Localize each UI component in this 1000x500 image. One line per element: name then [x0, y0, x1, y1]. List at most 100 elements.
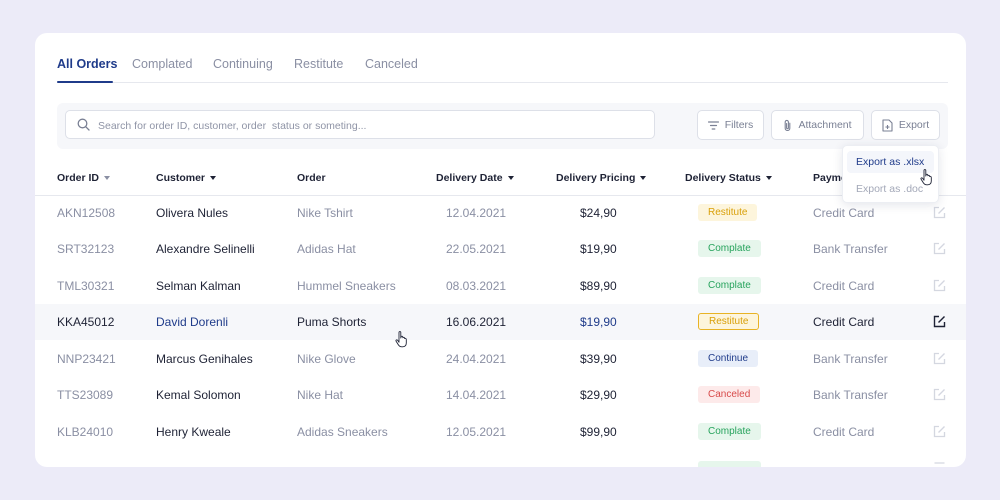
- delivery-pricing-cell: $19,90: [580, 242, 617, 256]
- delivery-date-cell: 22.05.2021: [446, 242, 507, 256]
- delivery-date-cell: 08.03.2021: [446, 279, 507, 293]
- order-cell: Nike Glove: [297, 352, 356, 366]
- status-badge: Canceled: [698, 386, 761, 403]
- status-badge: Complate: [698, 240, 761, 257]
- attachment-label: Attachment: [798, 119, 852, 131]
- search-box[interactable]: [65, 110, 655, 139]
- sort-caret-icon: [765, 176, 772, 180]
- payment-cell: Bank Transfer: [813, 352, 888, 366]
- payment-cell: Credit Card: [813, 206, 875, 220]
- table-row[interactable]: AKN12508 Olivera Nules Nike Tshirt 12.04…: [35, 195, 966, 231]
- payment-cell: Credit Card: [813, 279, 875, 293]
- delivery-date-cell: 24.04.2021: [446, 352, 507, 366]
- payment-cell: Credit Card: [813, 425, 875, 439]
- tab-continuing[interactable]: Continuing: [213, 57, 273, 71]
- sort-caret-icon: [210, 176, 217, 180]
- header-delivery-date-label: Delivery Date: [436, 172, 503, 184]
- edit-icon[interactable]: [933, 279, 946, 292]
- header-delivery-status[interactable]: Delivery Status: [685, 172, 772, 184]
- header-delivery-pricing[interactable]: Delivery Pricing: [556, 172, 647, 184]
- delivery-pricing-cell: $29,90: [580, 388, 617, 402]
- filters-button[interactable]: Filters: [697, 110, 764, 140]
- delivery-pricing-cell: $89,90: [580, 279, 617, 293]
- customer-cell: David Dorenli: [156, 315, 229, 329]
- table-header: Order ID Customer Order Delivery Date De…: [35, 163, 966, 196]
- table-row-selected[interactable]: KKA45012 David Dorenli Puma Shorts 16.06…: [35, 304, 966, 340]
- order-id-cell: KLB24010: [57, 425, 114, 439]
- orders-card: All Orders Complated Continuing Restitut…: [35, 33, 966, 467]
- customer-cell: Kemal Solomon: [156, 388, 241, 402]
- payment-cell: Credit Card: [813, 315, 875, 329]
- payment-cell: Bank Transfer: [813, 242, 888, 256]
- edit-icon[interactable]: [933, 425, 946, 438]
- delivery-date-cell: 12.04.2021: [446, 206, 507, 220]
- order-cell: Hummel Sneakers: [297, 279, 396, 293]
- tab-canceled[interactable]: Canceled: [365, 57, 418, 71]
- order-cell: Nike Tshirt: [297, 206, 353, 220]
- export-label: Export: [898, 119, 930, 131]
- table-row[interactable]: TTS23089 Kemal Solomon Nike Hat 14.04.20…: [35, 377, 966, 413]
- tab-complated[interactable]: Complated: [132, 57, 192, 71]
- header-customer[interactable]: Customer: [156, 172, 217, 184]
- sort-caret-icon: [104, 176, 111, 180]
- edit-icon[interactable]: [933, 315, 946, 328]
- export-doc-option[interactable]: Export as .doc: [856, 183, 923, 195]
- order-id-cell: KKA45012: [57, 315, 115, 329]
- header-delivery-date[interactable]: Delivery Date: [436, 172, 514, 184]
- status-badge: Continue: [698, 350, 759, 367]
- status-badge-partial: [698, 461, 761, 467]
- toolbar: Filters Attachment Export: [57, 103, 948, 149]
- header-order-id[interactable]: Order ID: [57, 172, 111, 184]
- header-delivery-status-label: Delivery Status: [685, 172, 761, 184]
- edit-icon[interactable]: [933, 242, 946, 255]
- table-row[interactable]: NNP23421 Marcus Genihales Nike Glove 24.…: [35, 341, 966, 377]
- active-tab-indicator: [57, 81, 113, 83]
- attachment-button[interactable]: Attachment: [771, 110, 864, 140]
- status-badge: Complate: [698, 423, 761, 440]
- table-row[interactable]: KLB24010 Henry Kweale Adidas Sneakers 12…: [35, 414, 966, 450]
- header-order[interactable]: Order: [297, 172, 326, 184]
- edit-icon[interactable]: [933, 462, 946, 467]
- status-badge: Restitute: [698, 204, 758, 221]
- customer-cell: Henry Kweale: [156, 425, 231, 439]
- order-id-cell: TML30321: [57, 279, 115, 293]
- sort-caret-icon: [507, 176, 514, 180]
- order-id-cell: NNP23421: [57, 352, 116, 366]
- order-cell: Puma Shorts: [297, 315, 367, 329]
- customer-cell: Alexandre Selinelli: [156, 242, 255, 256]
- export-file-icon: [882, 118, 893, 132]
- order-id-cell: SRT32123: [57, 242, 115, 256]
- table-row[interactable]: TML30321 Selman Kalman Hummel Sneakers 0…: [35, 268, 966, 304]
- order-tabs: All Orders Complated Continuing Restitut…: [57, 55, 948, 83]
- edit-icon[interactable]: [933, 352, 946, 365]
- export-button[interactable]: Export: [871, 110, 940, 140]
- delivery-pricing-cell: $39,90: [580, 352, 617, 366]
- header-customer-label: Customer: [156, 172, 206, 184]
- delivery-pricing-cell: $24,90: [580, 206, 617, 220]
- payment-cell: Bank Transfer: [813, 388, 888, 402]
- filters-label: Filters: [724, 119, 754, 131]
- delivery-date-cell: 12.05.2021: [446, 425, 507, 439]
- order-id-cell: AKN12508: [57, 206, 116, 220]
- customer-cell: Marcus Genihales: [156, 352, 253, 366]
- header-delivery-pricing-label: Delivery Pricing: [556, 172, 636, 184]
- hand-cursor-icon: [395, 331, 407, 348]
- status-badge: Complate: [698, 277, 761, 294]
- edit-icon[interactable]: [933, 206, 946, 219]
- customer-cell: Olivera Nules: [156, 206, 229, 220]
- search-input[interactable]: [96, 115, 640, 136]
- tab-all-orders[interactable]: All Orders: [57, 57, 117, 71]
- export-xlsx-option[interactable]: Export as .xlsx: [856, 156, 924, 168]
- order-cell: Adidas Sneakers: [297, 425, 388, 439]
- delivery-date-cell: 14.04.2021: [446, 388, 507, 402]
- delivery-pricing-cell: $99,90: [580, 425, 617, 439]
- edit-icon[interactable]: [933, 388, 946, 401]
- table-row[interactable]: SRT32123 Alexandre Selinelli Adidas Hat …: [35, 231, 966, 267]
- paperclip-icon: [785, 119, 791, 131]
- hand-cursor-icon: [920, 169, 932, 186]
- header-order-id-label: Order ID: [57, 172, 100, 184]
- filter-icon: [707, 120, 719, 130]
- header-order-label: Order: [297, 172, 326, 184]
- tab-restitute[interactable]: Restitute: [294, 57, 343, 71]
- delivery-pricing-cell: $19,90: [580, 315, 617, 329]
